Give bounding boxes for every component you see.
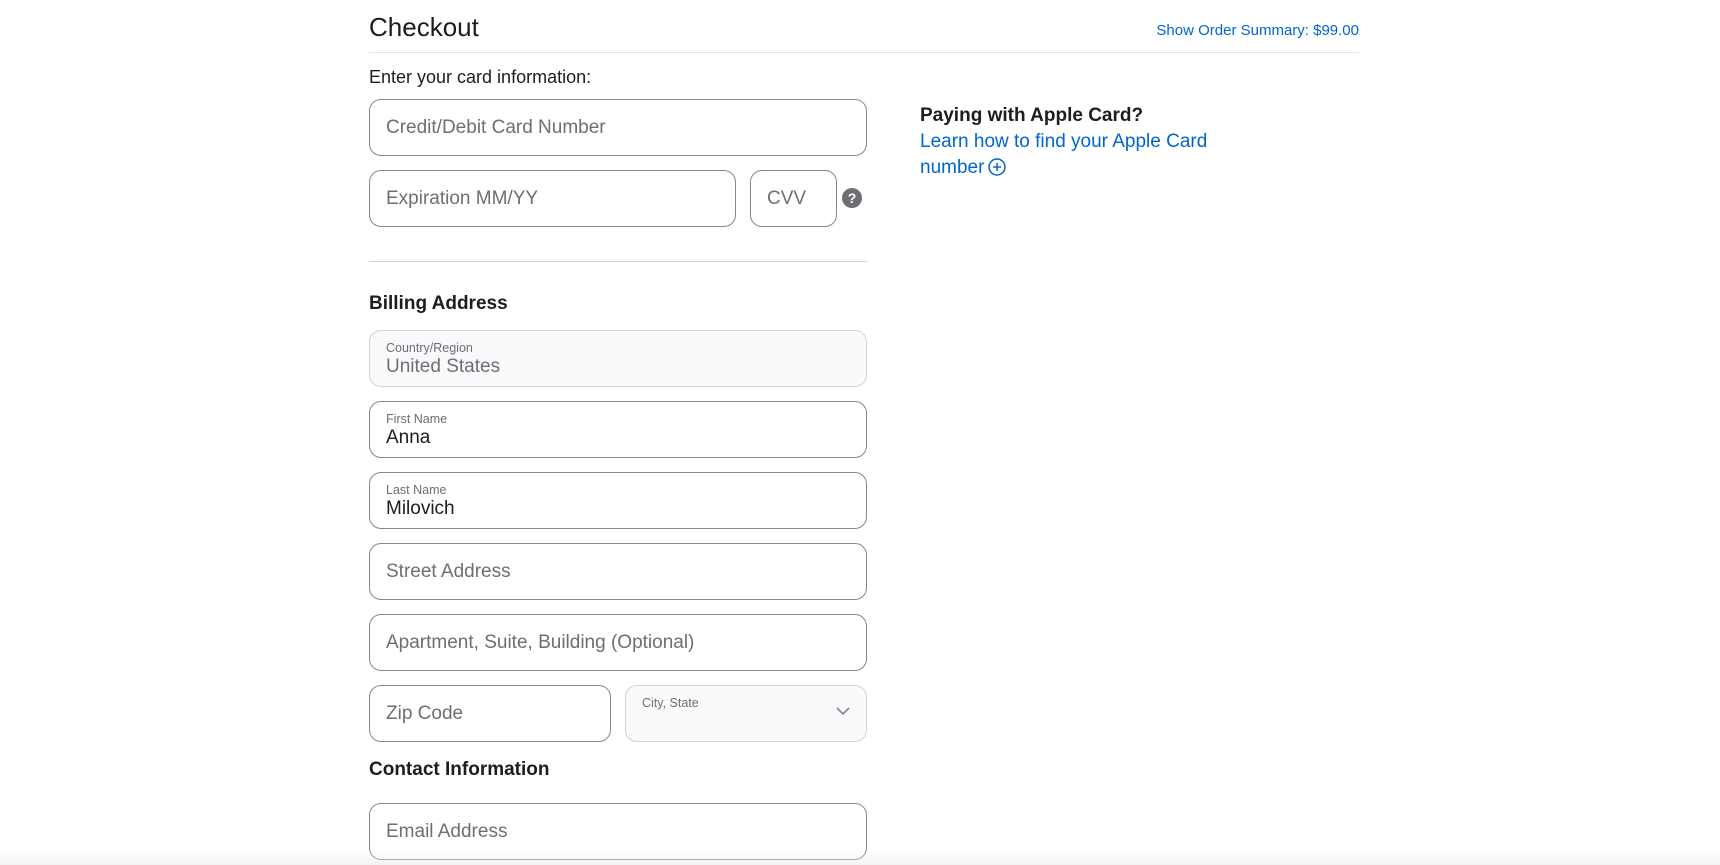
- last-name-value: Milovich: [386, 498, 455, 519]
- first-name-label: First Name: [386, 412, 448, 426]
- header-divider: [369, 52, 1359, 53]
- country-region-field[interactable]: Country/Region United States: [369, 330, 867, 387]
- cvv-help-icon[interactable]: ?: [842, 188, 862, 208]
- city-state-select[interactable]: City, State: [625, 685, 867, 742]
- contact-information-heading: Contact Information: [369, 759, 550, 780]
- country-region-label: Country/Region: [386, 341, 473, 355]
- billing-address-heading: Billing Address: [369, 293, 508, 314]
- page-title: Checkout: [369, 12, 479, 42]
- last-name-label: Last Name: [386, 483, 447, 497]
- email-address-input[interactable]: [369, 803, 867, 860]
- first-name-value: Anna: [386, 427, 431, 448]
- card-number-input[interactable]: [369, 99, 867, 156]
- apple-card-help-link[interactable]: Learn how to find your Apple Card number: [920, 131, 1207, 178]
- apartment-input[interactable]: [369, 614, 867, 671]
- city-state-label: City, State: [642, 696, 699, 710]
- first-name-field[interactable]: First Name Anna: [369, 401, 867, 458]
- apple-card-info: Paying with Apple Card? Learn how to fin…: [920, 103, 1210, 181]
- section-divider: [369, 261, 867, 262]
- card-info-prompt: Enter your card information:: [369, 67, 592, 87]
- show-order-summary-link[interactable]: Show Order Summary: $99.00: [1156, 22, 1359, 39]
- last-name-field[interactable]: Last Name Milovich: [369, 472, 867, 529]
- cvv-input[interactable]: [750, 170, 837, 227]
- checkout-page: Checkout Show Order Summary: $99.00 Ente…: [369, 0, 1359, 865]
- plus-circle-icon: [988, 158, 1007, 176]
- apple-card-heading: Paying with Apple Card?: [920, 105, 1144, 126]
- street-address-input[interactable]: [369, 543, 867, 600]
- chevron-down-icon: [836, 707, 850, 716]
- country-region-value: United States: [386, 356, 501, 377]
- apple-card-help-link-text: Learn how to find your Apple Card number: [920, 131, 1208, 178]
- zip-code-input[interactable]: [369, 685, 611, 742]
- expiration-input[interactable]: [369, 170, 736, 227]
